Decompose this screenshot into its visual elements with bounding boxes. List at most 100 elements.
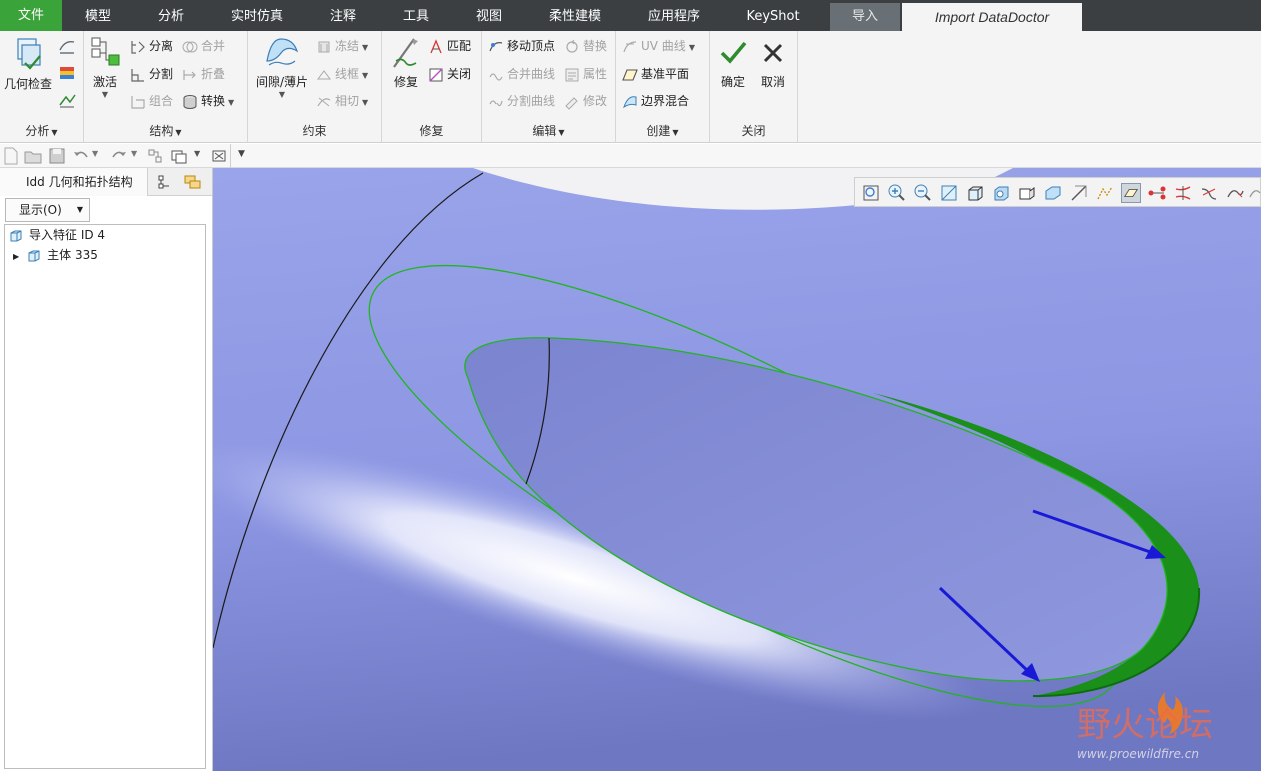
- tangent-button[interactable]: 相切 ▼: [316, 91, 368, 111]
- repaint-icon[interactable]: [939, 183, 959, 203]
- move-vertex-button[interactable]: 移动顶点: [488, 36, 555, 56]
- save-icon[interactable]: [48, 147, 66, 165]
- point-display-icon[interactable]: [1095, 183, 1115, 203]
- geometry-check-button[interactable]: 几何检查: [2, 35, 54, 92]
- graphics-viewport[interactable]: [213, 168, 1261, 771]
- body-icon: [28, 250, 40, 261]
- merge-curve-button[interactable]: 合并曲线: [488, 64, 555, 84]
- group-label-structure[interactable]: 结构 ▼: [84, 122, 247, 139]
- separate-icon: [131, 40, 145, 54]
- merge-curve-icon: [489, 72, 503, 81]
- boundary-blend-button[interactable]: 边界混合: [622, 91, 689, 111]
- zoom-in-icon[interactable]: [887, 183, 907, 203]
- activate-label: 激活: [92, 75, 117, 89]
- tab-model[interactable]: 模型: [62, 3, 134, 31]
- curve-display-icon[interactable]: [1173, 183, 1193, 203]
- shading-icon[interactable]: [965, 183, 985, 203]
- tab-view[interactable]: 视图: [452, 3, 526, 31]
- windows-icon[interactable]: [170, 147, 188, 165]
- show-dropdown[interactable]: 显示(O) ▼: [5, 198, 90, 222]
- convert-button[interactable]: 转换 ▼: [182, 91, 234, 111]
- chevron-down-icon: ▼: [76, 205, 83, 214]
- group-repair: 修复 匹配 关闭 修复: [382, 31, 482, 143]
- group-label-close: 关闭: [741, 124, 766, 138]
- tab-analysis[interactable]: 分析: [134, 3, 208, 31]
- tangent-display-icon[interactable]: [1199, 183, 1219, 203]
- tab-flexible[interactable]: 柔性建模: [526, 3, 624, 31]
- properties-icon: [565, 68, 579, 81]
- windows-dropdown-icon[interactable]: ▼: [194, 149, 200, 158]
- ok-button[interactable]: 确定: [716, 35, 750, 90]
- modify-button[interactable]: 修改: [564, 91, 607, 111]
- wireframe-button[interactable]: 线框 ▼: [316, 64, 368, 84]
- group-button[interactable]: 组合: [130, 91, 173, 111]
- more-display-icon[interactable]: [1247, 183, 1261, 203]
- group-label-analysis[interactable]: 分析 ▼: [0, 122, 83, 139]
- tangent-chain-icon[interactable]: [1225, 183, 1245, 203]
- cancel-button[interactable]: 取消: [756, 35, 790, 90]
- freeze-button[interactable]: 冻结 ▼: [316, 36, 368, 56]
- group-close: 确定 取消 关闭: [710, 31, 798, 143]
- properties-button[interactable]: 属性: [564, 64, 607, 84]
- tab-import-datadoctor[interactable]: Import DataDoctor: [902, 3, 1082, 31]
- regenerate-icon[interactable]: [146, 147, 164, 165]
- close-window-icon[interactable]: [210, 147, 228, 165]
- group-label-repair: 修复: [419, 124, 444, 138]
- split-button[interactable]: 分割: [130, 64, 173, 84]
- tab-tools[interactable]: 工具: [380, 3, 452, 31]
- group-constraint: 间隙/薄片 ▼ 冻结 ▼ 线框 ▼ 相切 ▼ 约束: [248, 31, 382, 143]
- close-surface-button[interactable]: 关闭: [428, 64, 471, 84]
- tree-item-import-feature[interactable]: 导入特征 ID 4: [9, 225, 105, 245]
- fold-button[interactable]: 折叠: [182, 64, 225, 84]
- view-manager-icon[interactable]: [1017, 183, 1037, 203]
- ok-label: 确定: [720, 75, 745, 89]
- expand-arrow-icon[interactable]: ▶: [13, 252, 19, 261]
- geometry-check-label: 几何检查: [3, 77, 52, 91]
- group-label-edit[interactable]: 编辑 ▼: [482, 122, 615, 139]
- analysis-tool-icon-2[interactable]: [58, 64, 76, 82]
- tab-apps[interactable]: 应用程序: [624, 3, 724, 31]
- merge-button[interactable]: 合并: [182, 36, 225, 56]
- undo-dropdown-icon[interactable]: ▼: [92, 149, 98, 158]
- group-edit: 移动顶点 合并曲线 分割曲线 替换 属性 修改 编辑 ▼: [482, 31, 616, 143]
- undo-icon[interactable]: [72, 147, 90, 165]
- tab-geometry-topology[interactable]: Idd 几何和拓扑结构: [0, 168, 148, 196]
- tab-keyshot[interactable]: KeyShot: [724, 3, 822, 31]
- tab-annotate[interactable]: 注释: [306, 3, 380, 31]
- uv-curve-button[interactable]: UV 曲线 ▼: [622, 36, 695, 56]
- redo-icon[interactable]: [110, 147, 128, 165]
- match-button[interactable]: 匹配: [428, 36, 471, 56]
- tree-item-body[interactable]: ▶ 主体 335: [13, 245, 98, 265]
- model-view[interactable]: [213, 168, 1261, 771]
- separate-button[interactable]: 分离: [130, 36, 173, 56]
- saved-views-icon[interactable]: [991, 183, 1011, 203]
- replace-button[interactable]: 替换: [564, 36, 607, 56]
- edge-display-icon[interactable]: [1121, 183, 1141, 203]
- repair-button[interactable]: 修复: [386, 35, 426, 90]
- proewildfire-logo: 野火论坛 www.proewildfire.cn: [1077, 692, 1213, 761]
- tab-file[interactable]: 文件: [0, 0, 62, 31]
- group-analysis: 几何检查 分析 ▼: [0, 31, 84, 143]
- datum-plane-button[interactable]: 基准平面: [622, 64, 689, 84]
- datum-display-icon[interactable]: [1069, 183, 1089, 203]
- tab-import[interactable]: 导入: [830, 3, 900, 31]
- analysis-tool-icon-3[interactable]: [58, 91, 76, 109]
- tree-view-tab-icon[interactable]: [157, 174, 173, 190]
- tab-simulation[interactable]: 实时仿真: [208, 3, 306, 31]
- close-surface-icon: [429, 68, 443, 81]
- zoom-out-icon[interactable]: [913, 183, 933, 203]
- analysis-tool-icon-1[interactable]: [58, 37, 76, 55]
- open-folder-icon[interactable]: [24, 147, 42, 165]
- vertex-display-icon[interactable]: [1147, 183, 1167, 203]
- group-label-create[interactable]: 创建 ▼: [616, 122, 709, 139]
- layers-tab-icon[interactable]: [184, 174, 202, 190]
- refit-icon[interactable]: [861, 183, 881, 203]
- boundary-blend-icon: [623, 95, 637, 108]
- split-curve-button[interactable]: 分割曲线: [488, 91, 555, 111]
- new-file-icon[interactable]: [2, 147, 20, 165]
- redo-dropdown-icon[interactable]: ▼: [131, 149, 137, 158]
- customize-dropdown-icon[interactable]: ▼: [238, 149, 245, 159]
- activate-button[interactable]: 激活 ▼: [88, 35, 122, 99]
- perspective-icon[interactable]: [1043, 183, 1063, 203]
- gap-sheet-button[interactable]: 间隙/薄片 ▼: [252, 35, 312, 99]
